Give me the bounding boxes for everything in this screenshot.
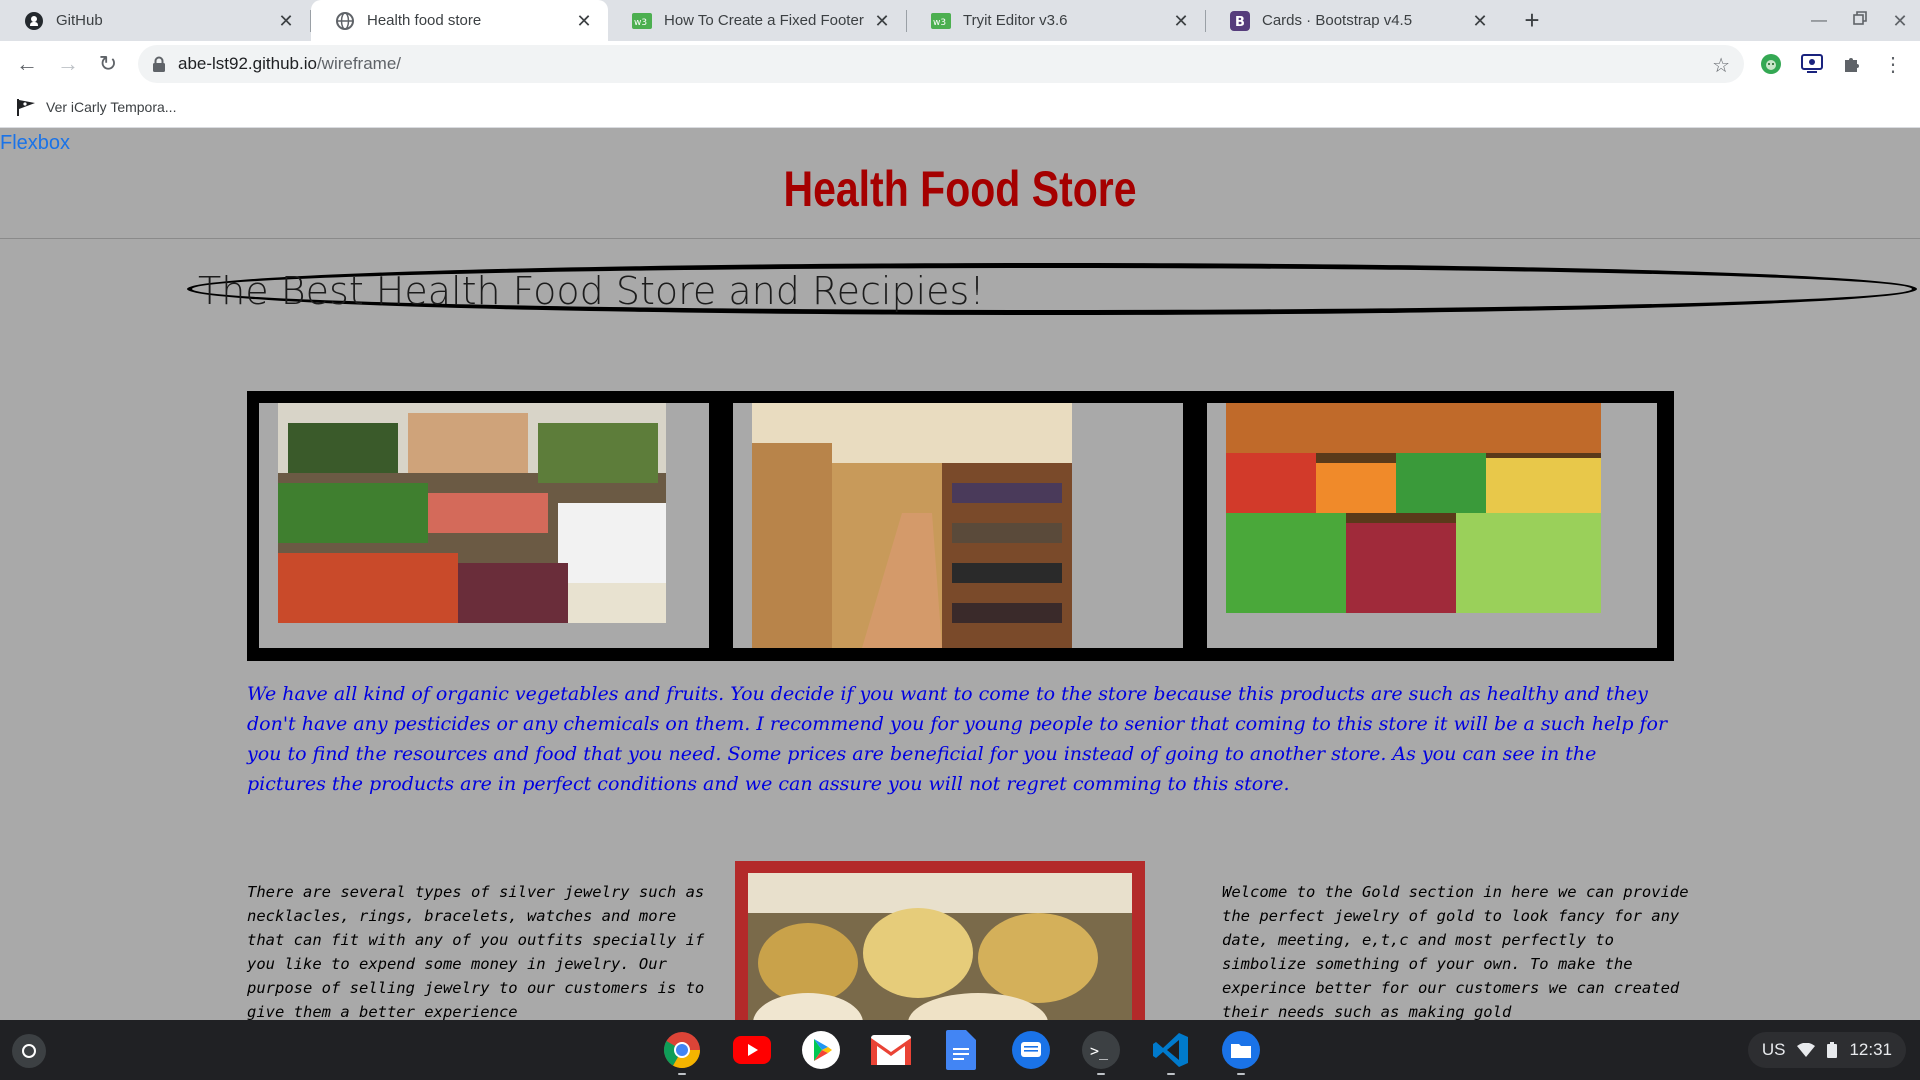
globe-icon xyxy=(335,11,355,31)
github-icon xyxy=(24,11,44,31)
tab-github[interactable]: GitHub ✕ xyxy=(0,0,310,41)
files-icon[interactable] xyxy=(1220,1029,1262,1075)
produce-aisle-photo xyxy=(278,403,666,623)
close-icon[interactable]: ✕ xyxy=(276,11,296,31)
wifi-icon xyxy=(1797,1043,1816,1057)
gallery-card xyxy=(733,403,1183,648)
gallery-card xyxy=(259,403,709,648)
tab-strip: GitHub ✕ Health food store ✕ w3 How To C… xyxy=(0,0,1920,41)
svg-text:B: B xyxy=(1235,15,1245,30)
store-shelves-photo xyxy=(752,403,1072,648)
launcher-circle-icon xyxy=(22,1044,36,1058)
clock: 12:31 xyxy=(1849,1040,1892,1059)
svg-text:w3: w3 xyxy=(933,18,946,28)
w3schools-icon: w3 xyxy=(632,11,652,31)
app-running-indicator xyxy=(1097,1073,1105,1075)
screen-cast-icon[interactable] xyxy=(1800,52,1824,76)
tab-health-food-store[interactable]: Health food store ✕ xyxy=(311,0,608,41)
bookmarks-bar: Ver iCarly Tempora... xyxy=(0,87,1920,128)
tab-tryit-editor[interactable]: w3 Tryit Editor v3.6 ✕ xyxy=(907,0,1205,41)
vegetable-market-photo xyxy=(1226,403,1601,613)
intro-paragraph: We have all kind of organic vegetables a… xyxy=(247,683,1668,795)
launcher-button[interactable] xyxy=(12,1034,46,1068)
tab-fixed-footer[interactable]: w3 How To Create a Fixed Footer ✕ xyxy=(608,0,906,41)
url-host: abe-lst92.github.io xyxy=(178,54,317,73)
w3schools-icon: w3 xyxy=(931,11,951,31)
restore-icon[interactable] xyxy=(1847,8,1873,34)
tab-bootstrap-cards[interactable]: B Cards · Bootstrap v4.5 ✕ xyxy=(1206,0,1504,41)
photo-gallery xyxy=(247,391,1674,661)
app-running-indicator xyxy=(1237,1073,1245,1075)
jewelry-photo-frame xyxy=(735,861,1145,1020)
tagline-banner: The Best Health Food Store and Recipies! xyxy=(187,263,1917,315)
page-title: Health Food Store xyxy=(783,161,1137,217)
address-bar[interactable]: abe-lst92.github.io /wireframe/ ☆ xyxy=(138,45,1744,83)
web-page: Flexbox Health Food Store The Best Healt… xyxy=(0,128,1920,1020)
close-icon[interactable]: ✕ xyxy=(1171,11,1191,31)
chrome-icon[interactable] xyxy=(661,1029,703,1075)
tab-title: Cards · Bootstrap v4.5 xyxy=(1262,12,1413,29)
docs-icon[interactable] xyxy=(940,1029,982,1071)
silver-jewelry-text: There are several types of silver jewelr… xyxy=(247,883,705,1020)
lock-icon xyxy=(153,56,165,72)
battery-icon xyxy=(1827,1042,1838,1058)
back-icon[interactable]: ← xyxy=(13,50,41,78)
new-tab-button[interactable]: + xyxy=(1518,7,1546,35)
pirate-flag-icon xyxy=(17,99,35,116)
reload-icon[interactable]: ↻ xyxy=(94,50,122,78)
terminal-icon[interactable]: >_ xyxy=(1080,1029,1122,1075)
tab-title: How To Create a Fixed Footer xyxy=(664,12,864,29)
app-running-indicator xyxy=(1167,1073,1175,1075)
tab-title: Tryit Editor v3.6 xyxy=(963,12,1068,29)
flexbox-link[interactable]: Flexbox xyxy=(0,132,70,155)
header-divider xyxy=(0,238,1920,239)
bookmark-item[interactable]: Ver iCarly Tempora... xyxy=(16,95,176,119)
app-running-indicator xyxy=(678,1073,686,1075)
gmail-icon[interactable] xyxy=(870,1029,912,1071)
bookmark-label: Ver iCarly Tempora... xyxy=(46,99,177,115)
extensions-puzzle-icon[interactable] xyxy=(1840,52,1864,76)
gold-jewelry-photo xyxy=(748,873,1132,1020)
svg-text:w3: w3 xyxy=(634,18,647,28)
close-window-icon[interactable]: ✕ xyxy=(1887,8,1913,34)
tab-title: GitHub xyxy=(56,12,103,29)
browser-toolbar: ← → ↻ abe-lst92.github.io /wireframe/ ☆ … xyxy=(0,41,1920,87)
bootstrap-icon: B xyxy=(1230,10,1250,31)
messages-icon[interactable] xyxy=(1010,1029,1052,1071)
menu-kebab-icon[interactable]: ⋮ xyxy=(1881,52,1905,76)
gold-jewelry-text: Welcome to the Gold section in here we c… xyxy=(1222,883,1689,1020)
minimize-icon[interactable]: — xyxy=(1806,8,1832,34)
forward-icon[interactable]: → xyxy=(54,50,82,78)
url-path: /wireframe/ xyxy=(316,54,402,73)
os-shelf: >_ US 12:31 xyxy=(0,1020,1920,1080)
svg-text:>_: >_ xyxy=(1090,1042,1109,1060)
youtube-icon[interactable] xyxy=(731,1029,773,1071)
close-icon[interactable]: ✕ xyxy=(872,11,892,31)
bookmark-star-icon[interactable]: ☆ xyxy=(1712,53,1730,78)
status-tray[interactable]: US 12:31 xyxy=(1747,1032,1906,1068)
close-icon[interactable]: ✕ xyxy=(574,11,594,31)
keyboard-locale: US xyxy=(1761,1040,1786,1059)
tab-title: Health food store xyxy=(367,12,482,29)
tagline-text: The Best Health Food Store and Recipies! xyxy=(198,269,985,313)
close-icon[interactable]: ✕ xyxy=(1470,11,1490,31)
extension-android-icon[interactable] xyxy=(1759,52,1783,76)
vscode-icon[interactable] xyxy=(1150,1029,1192,1075)
gallery-card xyxy=(1207,403,1657,648)
play-store-icon[interactable] xyxy=(800,1029,842,1071)
